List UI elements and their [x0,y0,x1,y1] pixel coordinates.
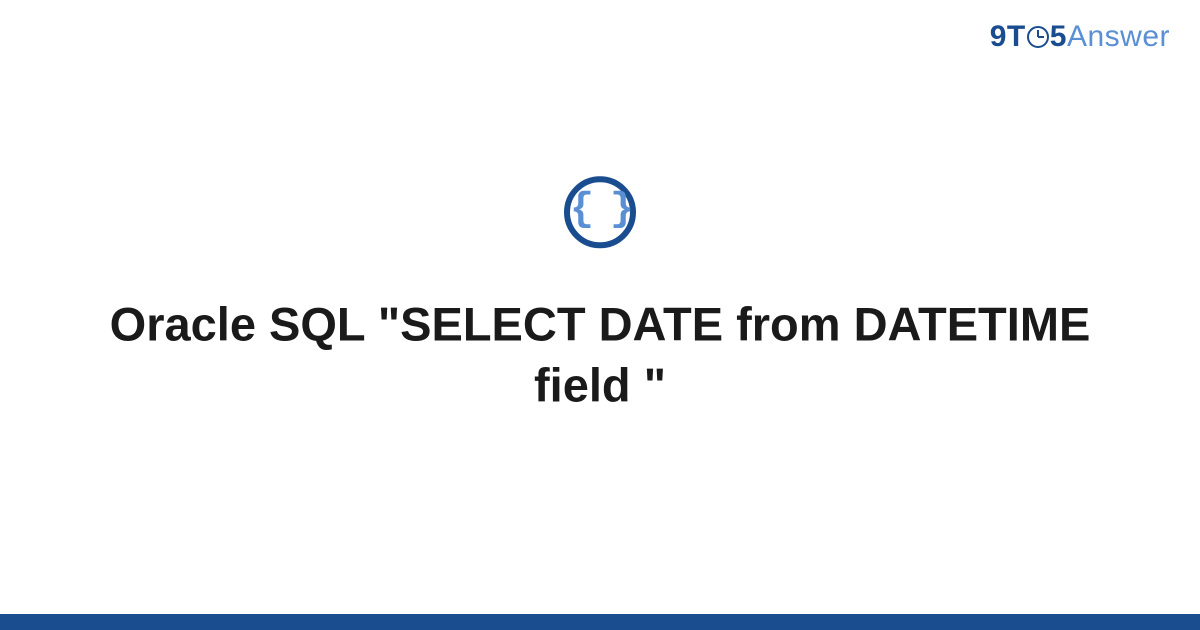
main-content: { } Oracle SQL "SELECT DATE from DATETIM… [0,176,1200,415]
icon-glyph: { } [570,190,630,230]
logo-prefix: 9T [990,20,1026,53]
page-title: Oracle SQL "SELECT DATE from DATETIME fi… [0,293,1200,415]
clock-icon [1027,26,1049,48]
site-logo: 9T 5Answer [990,20,1170,54]
code-braces-icon: { } [564,176,636,248]
footer-bar [0,614,1200,630]
logo-word: Answer [1067,20,1170,53]
logo-suffix: 5 [1050,20,1067,53]
